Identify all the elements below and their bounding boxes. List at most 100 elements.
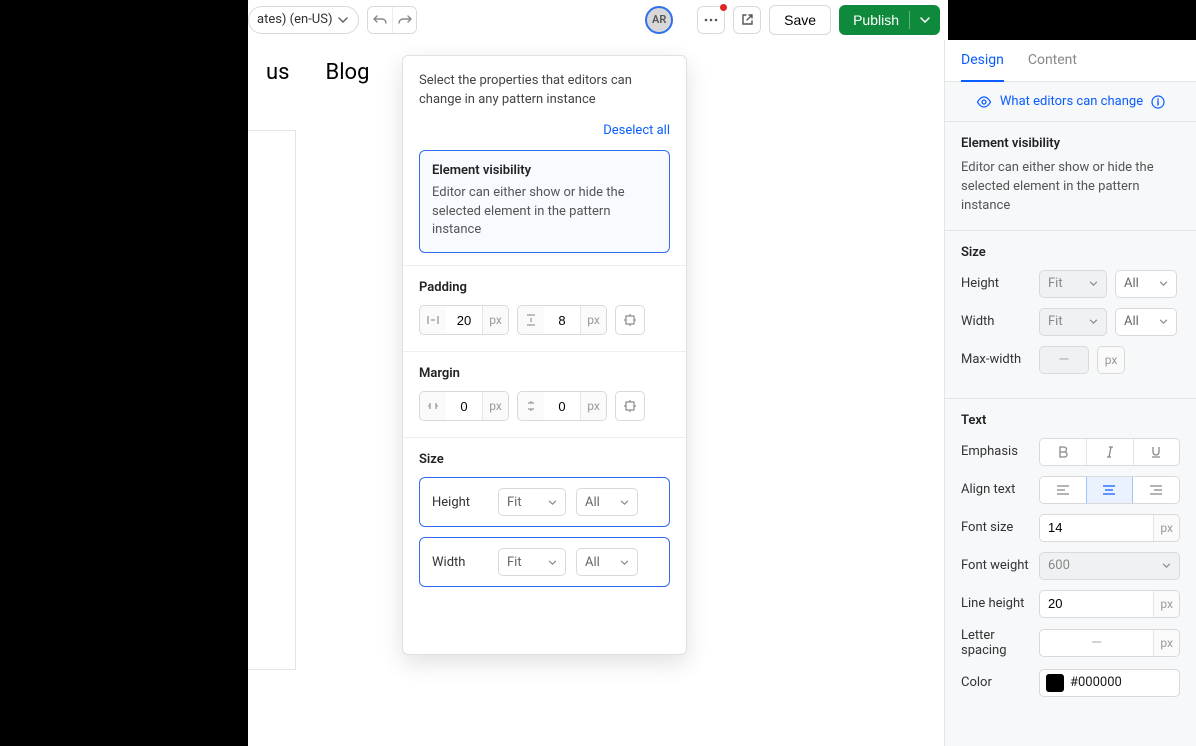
tab-design[interactable]: Design xyxy=(961,52,1004,82)
chevron-down-icon xyxy=(338,17,348,23)
chevron-down-icon xyxy=(620,560,629,565)
canvas-frame xyxy=(248,130,296,670)
margin-title: Margin xyxy=(419,366,670,381)
right-panel: Design Content What editors can change E… xyxy=(944,40,1196,746)
color-swatch xyxy=(1046,674,1064,692)
align-right-button[interactable] xyxy=(1132,477,1179,503)
text-section: Text Emphasis Align text Font size xyxy=(945,399,1196,721)
undo-button[interactable] xyxy=(368,7,392,33)
padding-vertical-input[interactable]: px xyxy=(517,305,607,335)
height-card-bp-select[interactable]: All xyxy=(576,488,638,516)
width-card-bp-select[interactable]: All xyxy=(576,548,638,576)
height-label: Height xyxy=(961,276,1031,291)
italic-button[interactable] xyxy=(1086,439,1132,465)
height-card-select[interactable]: Fit xyxy=(498,488,566,516)
letterspacing-row: Letter spacing — px xyxy=(961,628,1180,659)
redo-icon xyxy=(398,14,412,26)
locale-selector[interactable]: ates) (en-US) xyxy=(248,6,359,34)
chevron-down-icon xyxy=(548,560,557,565)
chevron-down-icon xyxy=(1159,319,1168,324)
padding-horizontal-input[interactable]: px xyxy=(419,305,509,335)
maxwidth-input[interactable]: — xyxy=(1039,346,1089,374)
align-row: Align text xyxy=(961,476,1180,504)
maxwidth-label: Max-width xyxy=(961,352,1031,367)
fontweight-select[interactable]: 600 xyxy=(1039,552,1180,580)
lineheight-row: Line height px xyxy=(961,590,1180,618)
letterspacing-input[interactable]: — px xyxy=(1039,629,1180,657)
popover-size-section: Size Height Fit All Width Fit All xyxy=(403,437,686,613)
align-left-button[interactable] xyxy=(1040,477,1087,503)
visibility-card-desc: Editor can either show or hide the selec… xyxy=(432,184,657,241)
expand-icon xyxy=(624,400,636,412)
undo-redo-group xyxy=(367,6,417,34)
color-row: Color #000000 xyxy=(961,669,1180,697)
info-icon xyxy=(1151,95,1165,109)
publish-label: Publish xyxy=(853,12,899,28)
height-card-label: Height xyxy=(432,495,488,510)
padding-horizontal-icon xyxy=(420,314,446,326)
underline-icon xyxy=(1151,446,1161,458)
margin-horizontal-input[interactable]: px xyxy=(419,391,509,421)
visibility-card-title: Element visibility xyxy=(432,163,657,178)
publish-button[interactable]: Publish xyxy=(839,5,940,35)
margin-vertical-icon xyxy=(518,400,544,412)
visibility-desc: Editor can either show or hide the selec… xyxy=(961,159,1180,216)
color-label: Color xyxy=(961,675,1031,690)
separator xyxy=(909,11,910,29)
margin-vertical-input[interactable]: px xyxy=(517,391,607,421)
width-select[interactable]: Fit xyxy=(1039,308,1107,336)
undo-icon xyxy=(373,14,387,26)
size-title: Size xyxy=(961,245,1180,260)
chevron-down-icon xyxy=(548,500,557,505)
fontsize-row: Font size px xyxy=(961,514,1180,542)
open-external-button[interactable] xyxy=(733,6,761,34)
nav-item[interactable]: us xyxy=(266,60,289,85)
chevron-down-icon xyxy=(620,500,629,505)
panel-tabs: Design Content xyxy=(945,40,1196,82)
margin-expand-button[interactable] xyxy=(615,391,645,421)
visibility-card[interactable]: Element visibility Editor can either sho… xyxy=(419,150,670,254)
align-left-icon xyxy=(1057,485,1069,495)
fontsize-input[interactable]: px xyxy=(1039,514,1180,542)
padding-title: Padding xyxy=(419,280,670,295)
nav-item[interactable]: Blog xyxy=(325,60,369,85)
editor-banner[interactable]: What editors can change xyxy=(945,82,1196,122)
external-link-icon xyxy=(741,13,754,26)
more-menu-button[interactable] xyxy=(697,6,725,34)
text-title: Text xyxy=(961,413,1180,428)
expand-icon xyxy=(624,314,636,326)
height-card[interactable]: Height Fit All xyxy=(419,477,670,527)
padding-section: Padding px px xyxy=(403,265,686,351)
bold-icon xyxy=(1058,446,1068,458)
color-input[interactable]: #000000 xyxy=(1039,669,1180,697)
page-nav: us Blog xyxy=(248,60,369,85)
avatar[interactable]: AR xyxy=(645,6,673,34)
fontsize-label: Font size xyxy=(961,520,1031,535)
width-breakpoint-select[interactable]: All xyxy=(1115,308,1177,336)
lineheight-label: Line height xyxy=(961,596,1031,611)
height-select[interactable]: Fit xyxy=(1039,270,1107,298)
underline-button[interactable] xyxy=(1133,439,1179,465)
tab-content[interactable]: Content xyxy=(1028,52,1077,81)
popover-intro: Select the properties that editors can c… xyxy=(403,56,686,118)
topbar: ates) (en-US) AR Save Publish xyxy=(248,0,948,40)
width-row: Width Fit All xyxy=(961,308,1180,336)
align-right-icon xyxy=(1150,485,1162,495)
emphasis-label: Emphasis xyxy=(961,444,1031,459)
align-center-icon xyxy=(1103,485,1115,495)
maxwidth-unit: px xyxy=(1097,346,1125,374)
padding-expand-button[interactable] xyxy=(615,305,645,335)
align-group xyxy=(1039,476,1180,504)
save-button[interactable]: Save xyxy=(769,5,831,35)
align-center-button[interactable] xyxy=(1086,476,1133,504)
height-breakpoint-select[interactable]: All xyxy=(1115,270,1177,298)
lineheight-input[interactable]: px xyxy=(1039,590,1180,618)
width-card-select[interactable]: Fit xyxy=(498,548,566,576)
redo-button[interactable] xyxy=(392,7,416,33)
bold-button[interactable] xyxy=(1040,439,1086,465)
deselect-all-link[interactable]: Deselect all xyxy=(603,123,670,138)
width-card[interactable]: Width Fit All xyxy=(419,537,670,587)
padding-row: px px xyxy=(419,305,670,335)
chevron-down-icon xyxy=(1089,281,1098,286)
italic-icon xyxy=(1106,446,1114,458)
